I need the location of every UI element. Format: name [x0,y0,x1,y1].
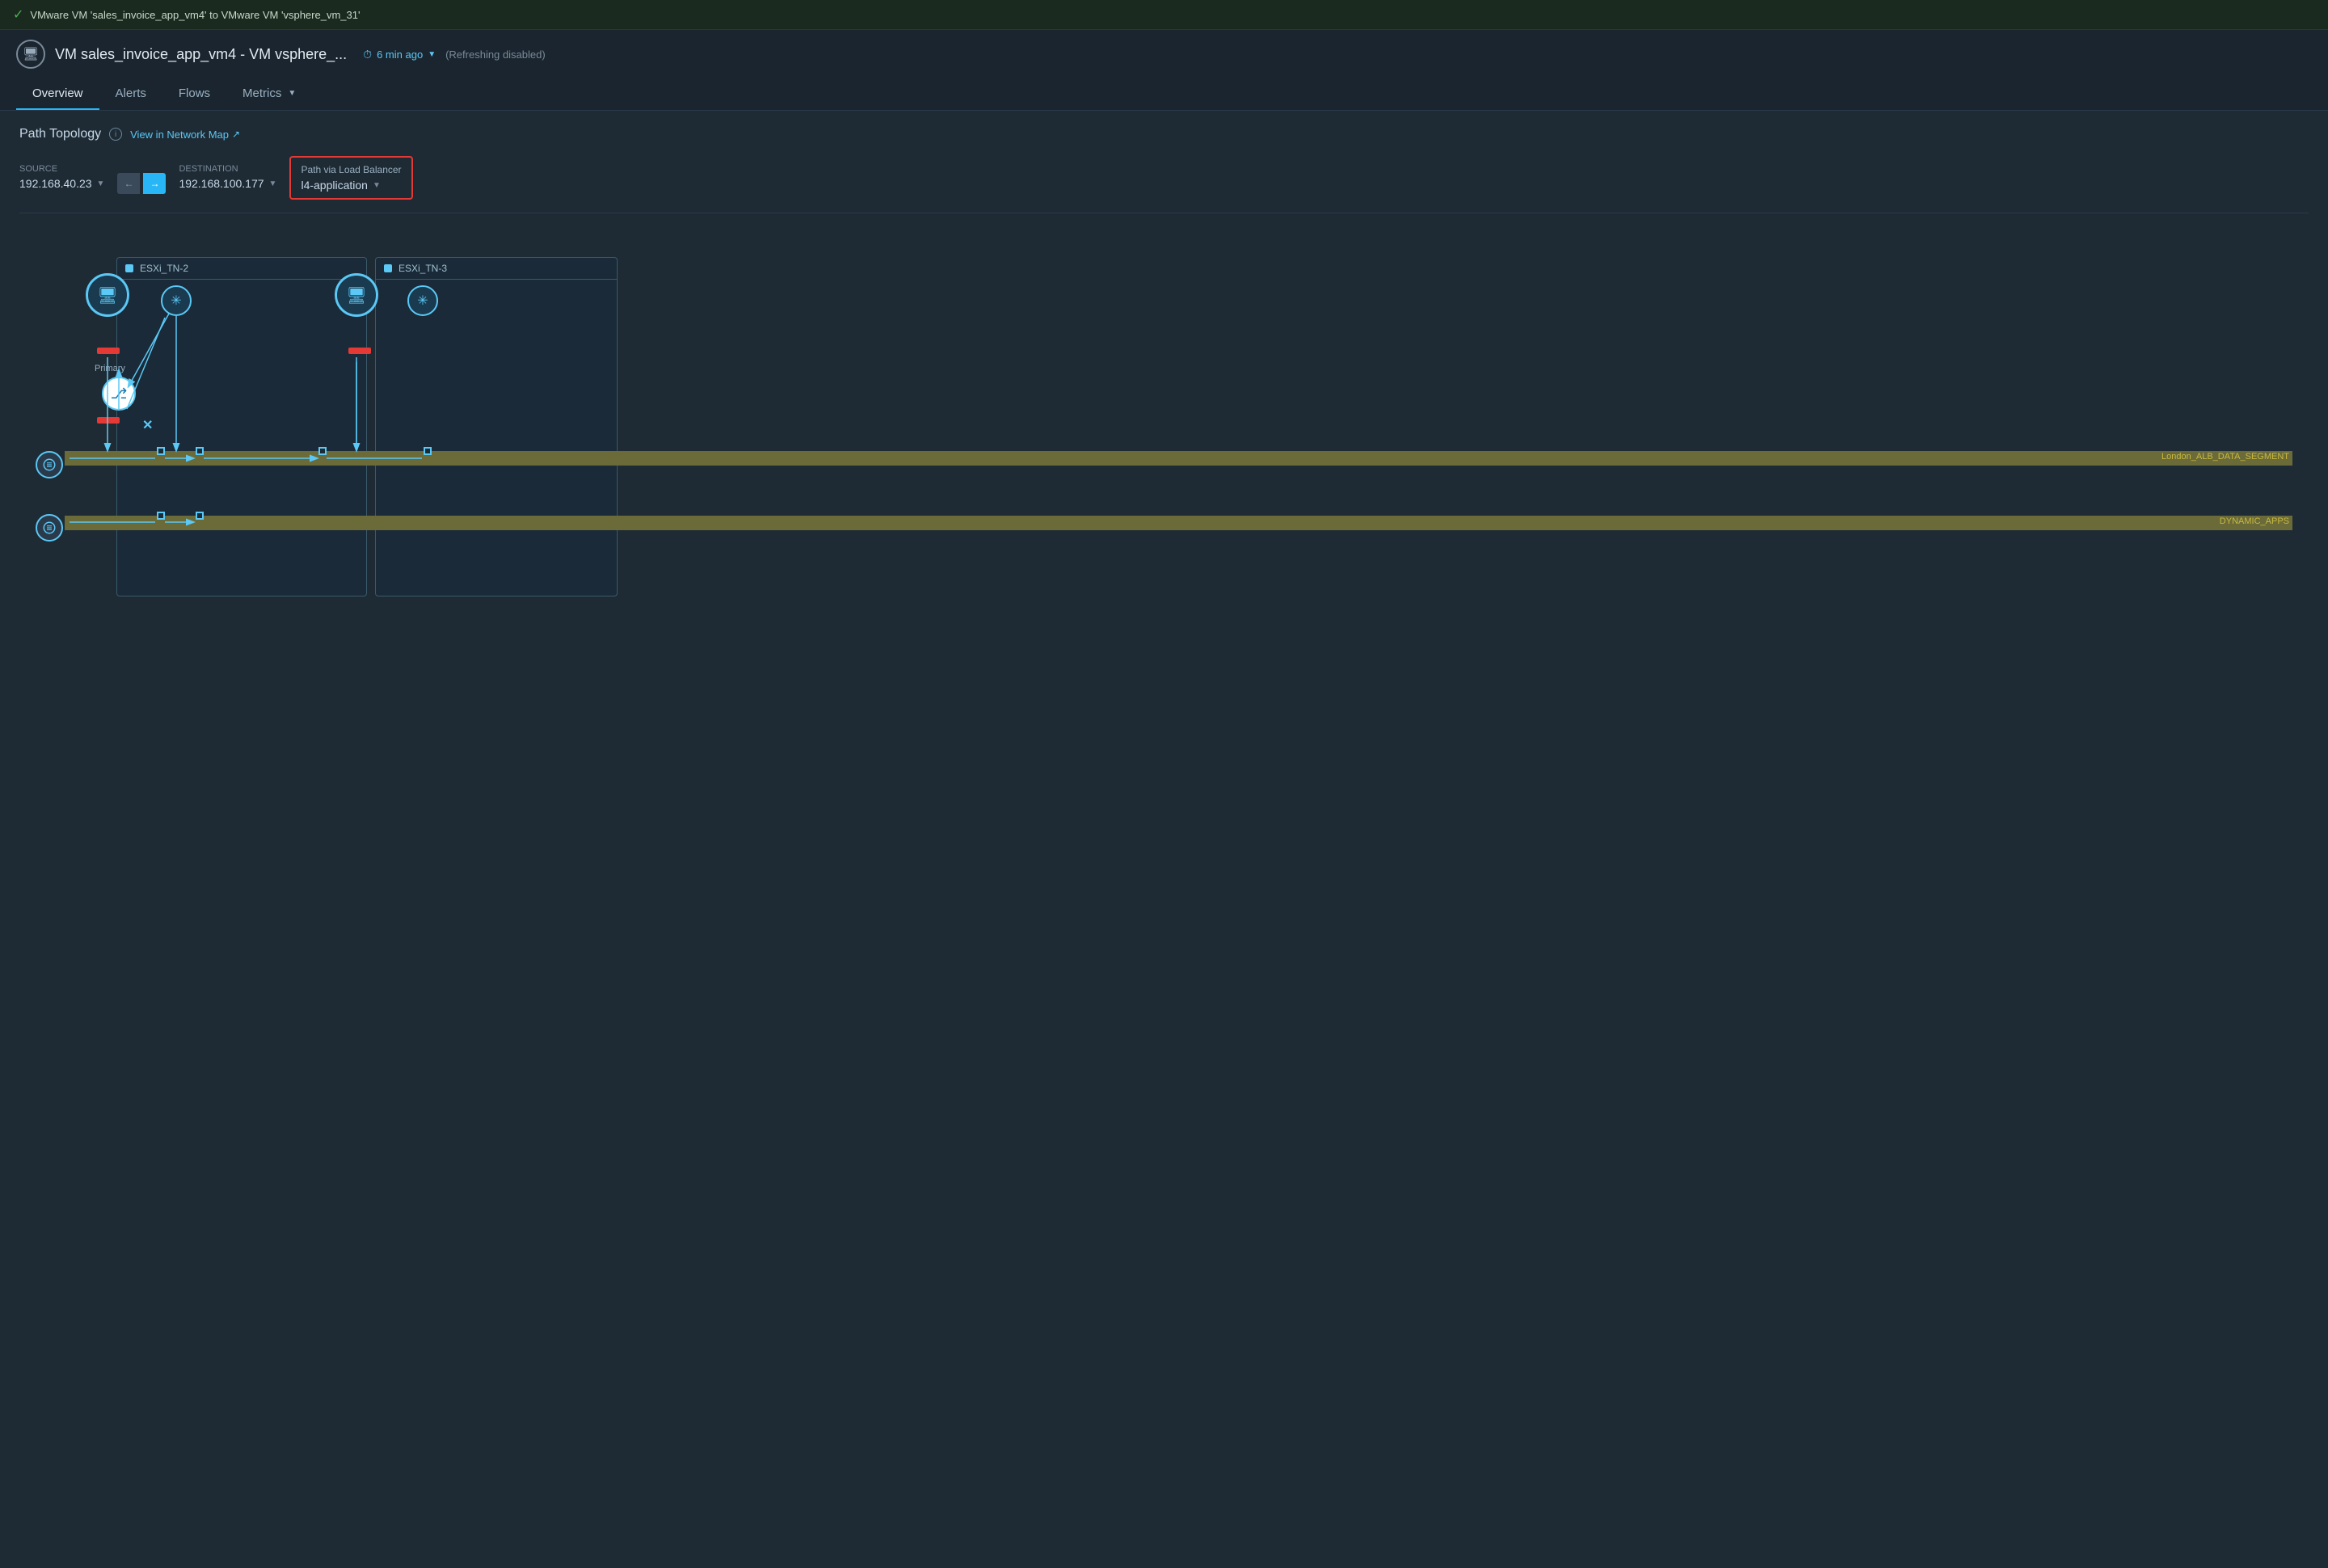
primary-label: Primary [95,364,125,373]
vm-title-row: 🖥 VM sales_invoice_app_vm4 - VM vsphere_… [16,40,2312,69]
vm-circle-2: 🖥 [335,273,378,317]
asterisk-icon-2: ✳ [417,293,428,309]
section-header: Path Topology i View in Network Map ↗ [19,127,2309,141]
direction-controls: ← → [117,173,166,194]
tab-alerts[interactable]: Alerts [99,78,162,110]
destination-group: Destination 192.168.100.177 ▼ [179,164,276,190]
path-via-lb-group: Path via Load Balancer l4-application ▼ [301,164,401,192]
network-flake-2: ✳ [407,285,438,316]
tab-overview[interactable]: Overview [16,78,99,110]
network-map-link[interactable]: View in Network Map ↗ [130,129,240,141]
section-title: Path Topology [19,127,101,141]
check-icon: ✓ [13,6,23,23]
lb-icon-1 [36,451,63,478]
source-ip: 192.168.40.23 [19,177,92,190]
tabs-container: Overview Alerts Flows Metrics ▼ [16,78,2312,110]
vm-monitor-icon-1: 🖥 [97,285,117,306]
path-via-chevron-icon: ▼ [373,181,381,190]
topology-diagram: ESXi_TN-2 ESXi_TN-3 🖥 🖥 ✳ ✳ Primary [19,233,2309,621]
source-dropdown[interactable]: 192.168.40.23 ▼ [19,177,104,190]
path-via-dropdown[interactable]: l4-application ▼ [301,179,401,192]
seg-sq-6 [196,512,204,520]
path-via-lb-container: Path via Load Balancer l4-application ▼ [289,156,412,200]
path-via-value: l4-application [301,179,368,192]
router-circle: ⎇ [102,377,136,411]
asterisk-icon-1: ✳ [171,293,181,309]
notification-bar: ✓ VMware VM 'sales_invoice_app_vm4' to V… [0,0,2328,30]
vm-title: VM sales_invoice_app_vm4 - VM vsphere_..… [55,46,347,63]
segment-line-2 [65,516,2292,530]
source-group: Source 192.168.40.23 ▼ [19,164,104,190]
esxi-tn2-label: ESXi_TN-2 [140,263,188,274]
time-ago-text: 6 min ago [377,48,423,61]
esxi-tn3-indicator [384,264,392,272]
esxi-tn3-header: ESXi_TN-3 [376,258,617,280]
tab-metrics[interactable]: Metrics ▼ [226,78,312,110]
port-rect-3 [348,348,371,354]
network-flake-1: ✳ [161,285,192,316]
refreshing-status: (Refreshing disabled) [445,48,546,61]
time-chevron-icon: ▼ [428,50,436,59]
share-icon: ⎇ [111,386,128,403]
segment-line-1 [65,451,2292,466]
metrics-chevron-icon: ▼ [288,89,296,98]
destination-ip: 192.168.100.177 [179,177,264,190]
segment1-label: London_ALB_DATA_SEGMENT [2161,452,2289,462]
tab-flows[interactable]: Flows [162,78,226,110]
seg-sq-4 [424,447,432,455]
seg-sq-2 [196,447,204,455]
esxi-tn2-header: ESXi_TN-2 [117,258,366,280]
vm-circle-1: 🖥 [86,273,129,317]
esxi-tn2-indicator [125,264,133,272]
esxi-tn3-label: ESXi_TN-3 [399,263,447,274]
source-chevron-icon: ▼ [97,179,105,188]
vm-monitor-icon: 🖥 [16,40,45,69]
source-label: Source [19,164,104,174]
destination-dropdown[interactable]: 192.168.100.177 ▼ [179,177,276,190]
segment2-label: DYNAMIC_APPS [2220,516,2289,526]
notification-text: VMware VM 'sales_invoice_app_vm4' to VMw… [30,9,360,21]
direction-left-button[interactable]: ← [117,173,140,194]
port-rect-1 [97,348,120,354]
x-mark: ✕ [142,417,153,433]
main-content: Path Topology i View in Network Map ↗ So… [0,111,2328,637]
destination-label: Destination [179,164,276,174]
seg-sq-5 [157,512,165,520]
direction-right-button[interactable]: → [143,173,166,194]
time-badge[interactable]: ⏱ 6 min ago ▼ [363,48,436,61]
lb-icon-2 [36,514,63,542]
seg-sq-3 [318,447,327,455]
external-link-icon: ↗ [232,129,240,140]
clock-icon: ⏱ [363,48,372,61]
path-via-label: Path via Load Balancer [301,164,401,175]
header-area: 🖥 VM sales_invoice_app_vm4 - VM vsphere_… [0,30,2328,111]
info-icon[interactable]: i [109,128,122,141]
path-controls: Source 192.168.40.23 ▼ ← → Destination 1… [19,154,2309,213]
destination-chevron-icon: ▼ [269,179,277,188]
seg-sq-1 [157,447,165,455]
esxi-tn2-container: ESXi_TN-2 [116,257,367,596]
vm-monitor-icon-2: 🖥 [346,285,366,306]
port-rect-2 [97,417,120,424]
